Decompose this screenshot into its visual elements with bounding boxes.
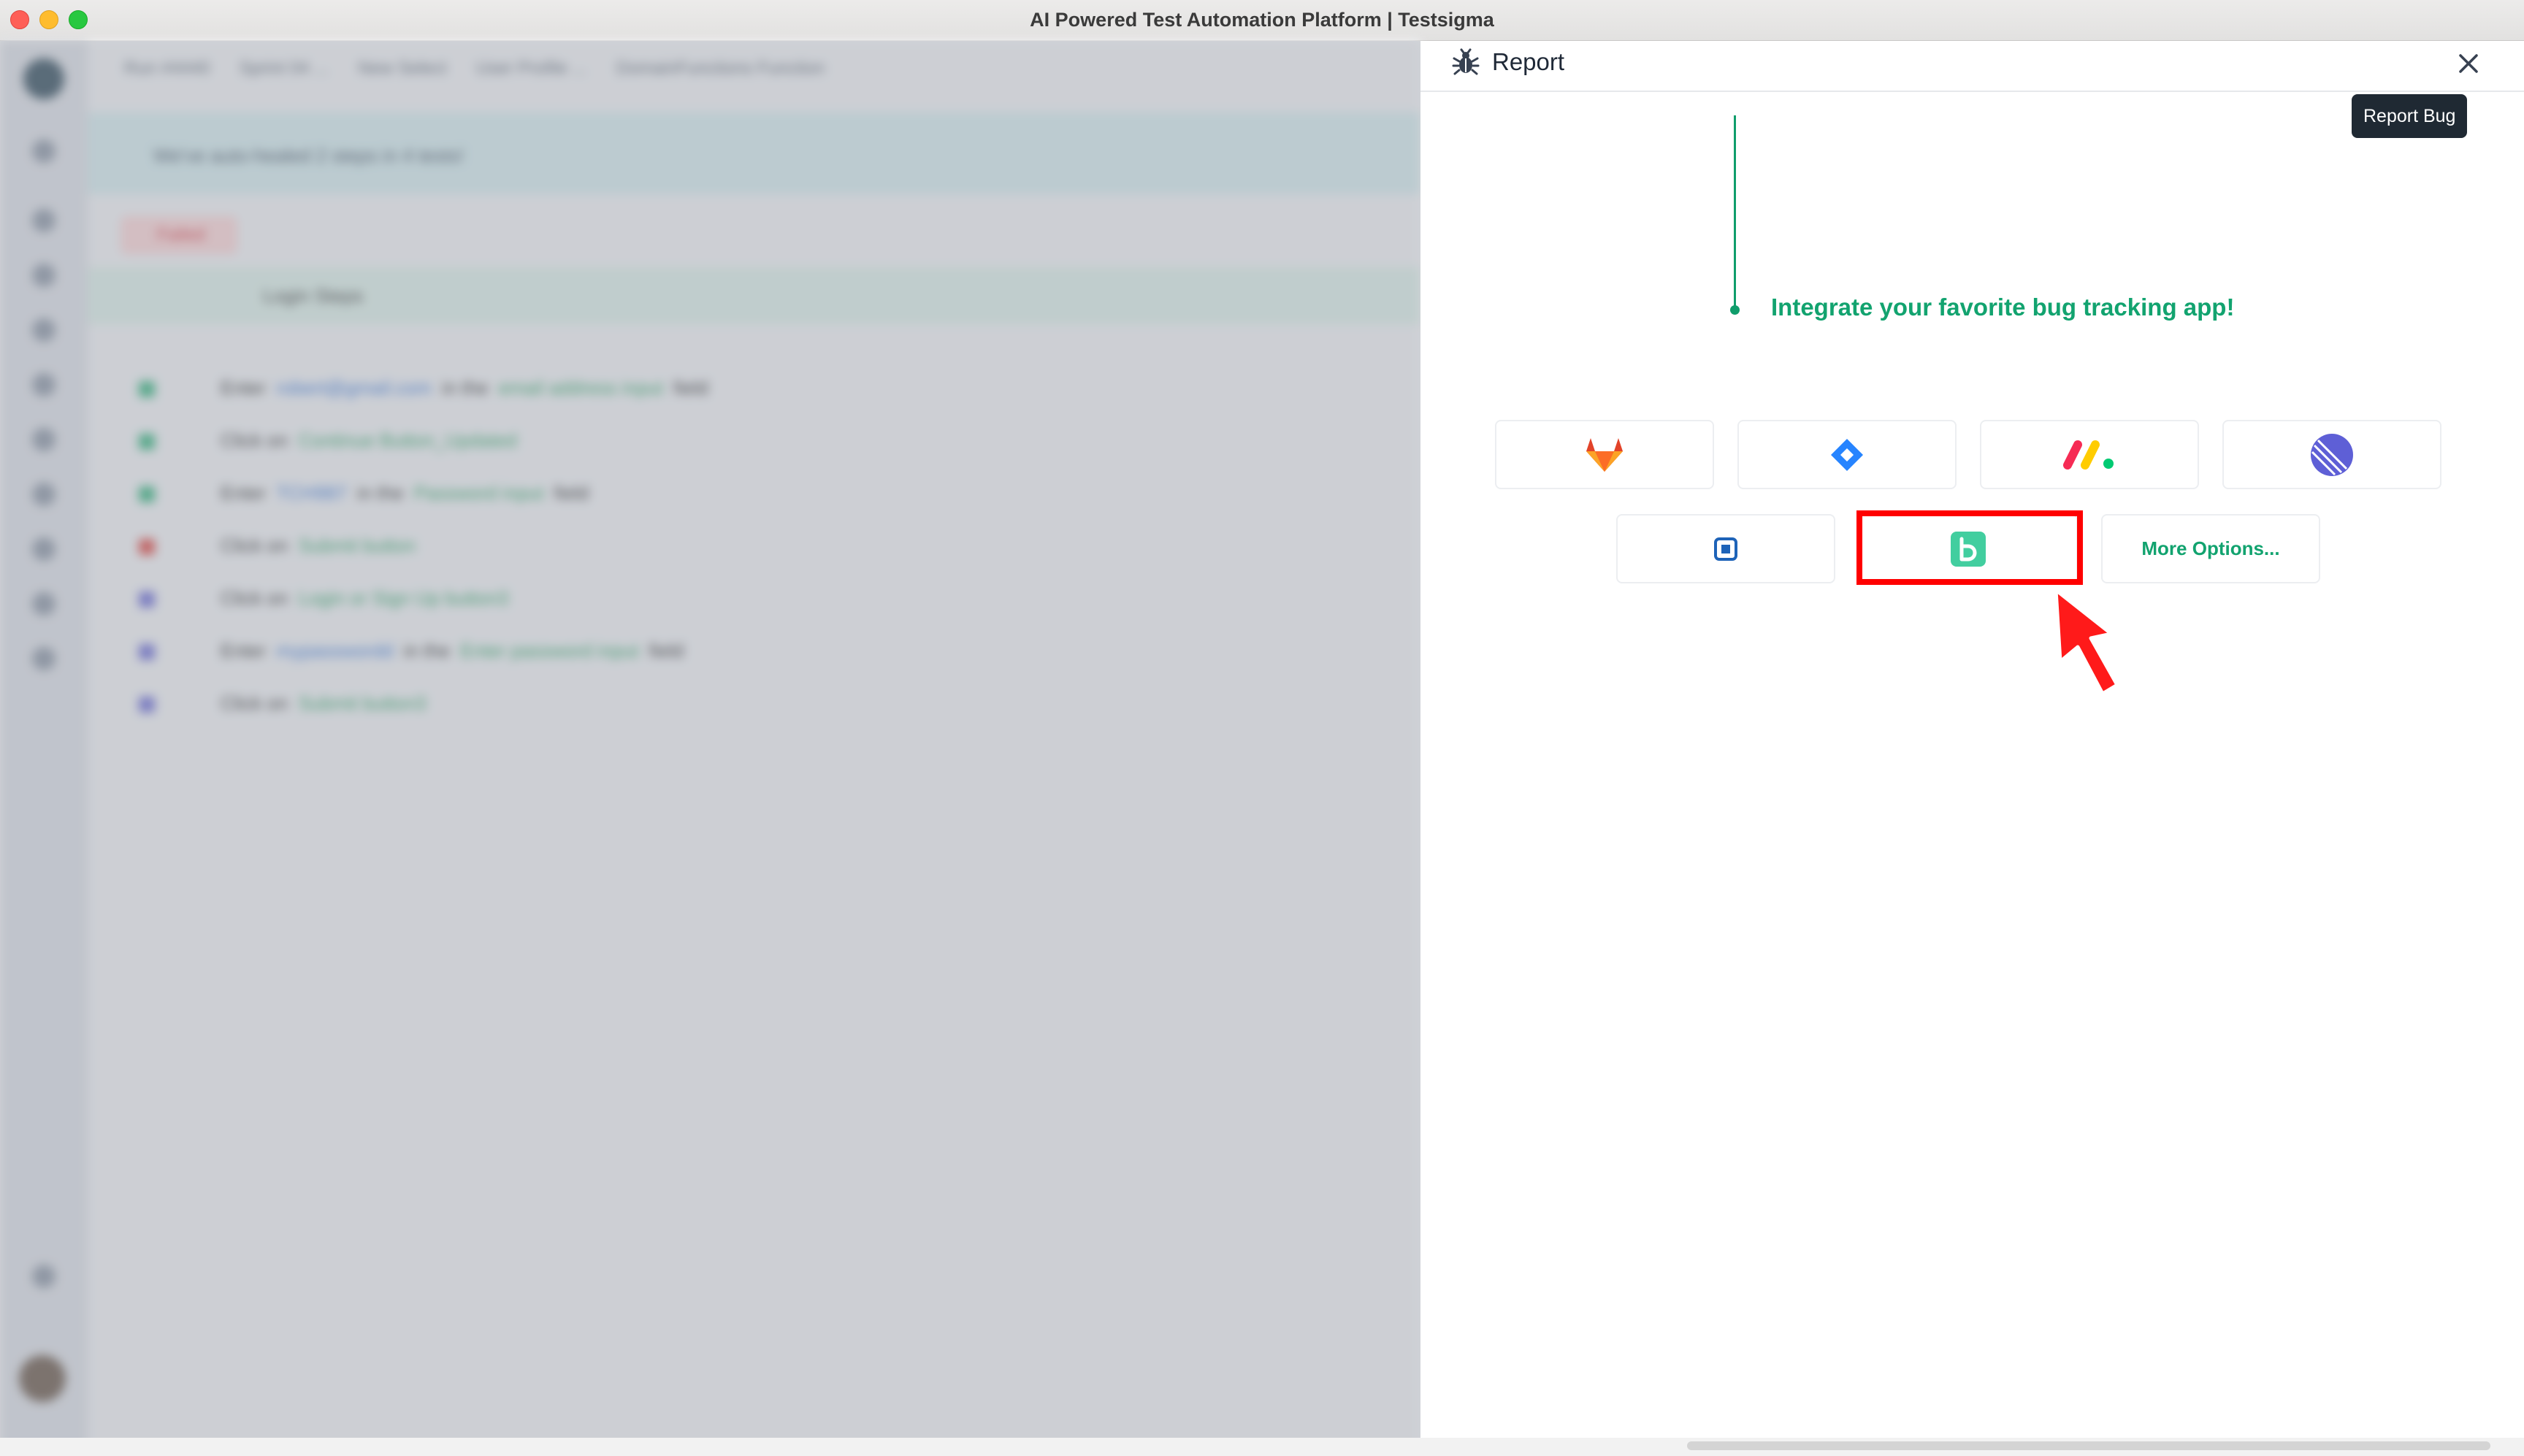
jira-icon [1831,438,1863,471]
gitlab-integration-button[interactable] [1495,420,1714,489]
modal-backdrop[interactable] [0,41,1420,1456]
window-titlebar: AI Powered Test Automation Platform | Te… [0,0,2524,41]
window-title: AI Powered Test Automation Platform | Te… [1030,9,1494,31]
monday-icon [2063,440,2114,470]
panel-title: Report [1492,48,1565,75]
linear-icon [2311,433,2353,476]
bug-icon [1452,48,1480,75]
panel-header: Report [1420,41,2524,92]
illustration-line [1734,115,1736,309]
linear-integration-button[interactable] [2222,420,2441,489]
pointer-cursor-icon [2054,588,2119,696]
highlight-box [1856,510,2083,585]
illustration-dot [1730,305,1740,315]
report-bug-panel: Report Report Bug Integrate your favorit… [1420,41,2524,1438]
board-integration-button[interactable] [1616,514,1835,583]
gitlab-icon [1586,437,1623,472]
more-options-button[interactable]: More Options... [2101,514,2320,583]
scrollbar-thumb[interactable] [1687,1441,2490,1450]
report-bug-tooltip: Report Bug [2352,94,2468,138]
app-root: AI Powered Test Automation Platform | Te… [0,0,2524,1456]
jira-integration-button[interactable] [1737,420,1957,489]
close-icon[interactable] [2450,45,2487,82]
integration-tagline: Integrate your favorite bug tracking app… [1771,294,2235,321]
board-icon [1714,537,1737,561]
monday-integration-button[interactable] [1980,420,2199,489]
